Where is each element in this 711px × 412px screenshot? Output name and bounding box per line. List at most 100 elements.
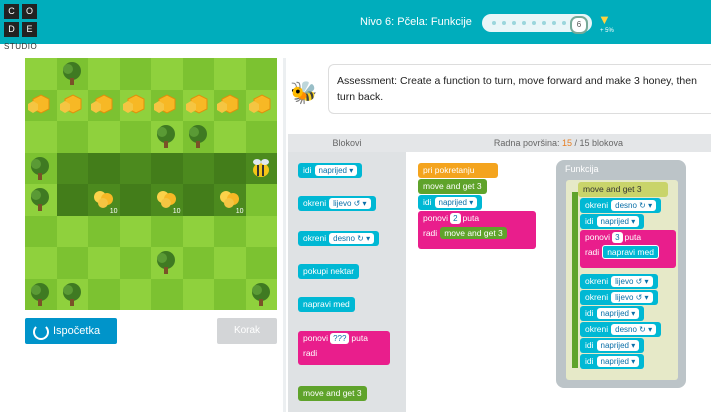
grass-tile xyxy=(25,247,57,279)
direction-dropdown[interactable]: desno ↻ ▾ xyxy=(329,233,375,244)
turn-right-block[interactable]: okreni desno ↻ ▾ xyxy=(580,322,662,337)
path-tile xyxy=(182,152,214,184)
path-tile xyxy=(182,184,214,216)
turn-left-block[interactable]: okreni lijevo ↺ ▾ xyxy=(580,274,658,289)
progress-current-level[interactable]: 6 xyxy=(570,16,588,34)
honeycomb-tile xyxy=(245,89,277,121)
progress-dot[interactable] xyxy=(542,21,546,25)
grass-tile xyxy=(182,215,214,247)
grass-tile xyxy=(245,121,277,153)
progress-dot[interactable] xyxy=(562,21,566,25)
move-block[interactable]: idi naprijed ▾ xyxy=(418,195,483,210)
grass-tile xyxy=(245,58,277,90)
tree-tile xyxy=(151,121,183,153)
grass-tile xyxy=(151,58,183,90)
block-label: okreni xyxy=(585,200,609,210)
toolbox-move-block[interactable]: idi naprijed ▾ xyxy=(298,163,363,178)
when-run-block[interactable]: pri pokretanju xyxy=(418,163,498,178)
grass-tile xyxy=(245,215,277,247)
repeat-count-input[interactable]: ??? xyxy=(330,333,350,344)
repeat-count-input[interactable]: 2 xyxy=(450,213,461,224)
progress-dot[interactable] xyxy=(492,21,496,25)
progress-dot[interactable] xyxy=(512,21,516,25)
grass-tile xyxy=(214,121,246,153)
block-limit: / 15 blokova xyxy=(574,138,624,148)
function-call-block[interactable]: move and get 3 xyxy=(440,227,507,239)
move-block[interactable]: idi naprijed ▾ xyxy=(580,354,645,369)
block-label: ponovi xyxy=(303,333,329,343)
direction-dropdown[interactable]: naprijed ▾ xyxy=(596,356,640,367)
repeat-block[interactable]: ponovi 3 puta radi napravi med xyxy=(580,230,676,268)
block-label: ponovi xyxy=(423,213,449,223)
flower-tile: 10 xyxy=(151,184,183,216)
grass-tile xyxy=(119,247,151,279)
logo-letter: C xyxy=(4,4,19,19)
grass-tile xyxy=(151,278,183,310)
tree-tile xyxy=(25,152,57,184)
function-name-input[interactable]: move and get 3 xyxy=(578,182,668,197)
honeycomb-tile xyxy=(214,89,246,121)
block-label: idi xyxy=(303,165,312,175)
workspace-label: Radna površina: xyxy=(493,138,560,148)
grass-tile xyxy=(214,215,246,247)
move-block[interactable]: idi naprijed ▾ xyxy=(580,214,645,229)
move-block[interactable]: idi naprijed ▾ xyxy=(580,338,645,353)
direction-dropdown[interactable]: lijevo ↺ ▾ xyxy=(611,292,653,303)
make-honey-block[interactable]: napravi med xyxy=(602,245,659,259)
toolbox-turn-right-block[interactable]: okreni desno ↻ ▾ xyxy=(298,231,380,246)
block-label: radi xyxy=(423,228,438,238)
grass-tile xyxy=(214,278,246,310)
progress-dot[interactable] xyxy=(532,21,536,25)
flower-nectar-count: 10 xyxy=(235,207,244,215)
progress-dot[interactable] xyxy=(552,21,556,25)
panel-resize-handle[interactable] xyxy=(283,58,286,412)
turn-right-block[interactable]: okreni desno ↻ ▾ xyxy=(580,198,662,213)
direction-dropdown[interactable]: lijevo ↺ ▾ xyxy=(611,276,653,287)
function-call-block[interactable]: move and get 3 xyxy=(418,179,487,194)
toolbox-turn-left-block[interactable]: okreni lijevo ↺ ▾ xyxy=(298,196,376,211)
workspace-header-label: Radna površina: 15 / 15 blokova xyxy=(406,138,711,148)
grass-tile xyxy=(182,58,214,90)
direction-dropdown[interactable]: lijevo ↺ ▾ xyxy=(329,198,371,209)
direction-dropdown[interactable]: naprijed ▾ xyxy=(596,340,640,351)
toolbox-get-nectar-block[interactable]: pokupi nektar xyxy=(298,264,360,279)
repeat-block[interactable]: ponovi 2 puta radi move and get 3 xyxy=(418,211,536,249)
logo-letter: O xyxy=(22,4,37,19)
progress-dot[interactable] xyxy=(522,21,526,25)
code-studio-logo[interactable]: C O D E STUDIO xyxy=(4,4,62,51)
block-label: ponovi xyxy=(585,232,611,242)
direction-dropdown[interactable]: desno ↻ ▾ xyxy=(611,200,657,211)
block-label: okreni xyxy=(585,324,609,334)
move-block[interactable]: idi naprijed ▾ xyxy=(580,306,645,321)
direction-dropdown[interactable]: naprijed ▾ xyxy=(314,165,358,176)
block-label: okreni xyxy=(585,276,609,286)
progress-dot[interactable] xyxy=(502,21,506,25)
logo-letter: D xyxy=(4,22,19,37)
toolbox xyxy=(288,152,406,412)
grass-tile xyxy=(182,278,214,310)
tree-tile xyxy=(25,278,57,310)
direction-dropdown[interactable]: naprijed ▾ xyxy=(596,308,640,319)
grass-tile xyxy=(56,121,88,153)
level-progress[interactable]: 6 xyxy=(482,14,592,34)
direction-dropdown[interactable]: naprijed ▾ xyxy=(596,216,640,227)
block-label: radi xyxy=(585,247,600,257)
grass-tile xyxy=(88,278,120,310)
reset-button[interactable]: Ispočetka xyxy=(25,318,117,344)
path-tile xyxy=(88,152,120,184)
direction-dropdown[interactable]: desno ↻ ▾ xyxy=(611,324,657,335)
trophy-icon[interactable]: ▼ xyxy=(598,12,611,27)
direction-dropdown[interactable]: naprijed ▾ xyxy=(434,197,478,208)
toolbox-function-call-block[interactable]: move and get 3 xyxy=(298,386,367,401)
toolbox-make-honey-block[interactable]: napravi med xyxy=(298,297,355,312)
grass-tile xyxy=(151,215,183,247)
tree-tile xyxy=(151,247,183,279)
step-button[interactable]: Korak xyxy=(217,318,277,344)
tree-tile xyxy=(245,278,277,310)
turn-left-block[interactable]: okreni lijevo ↺ ▾ xyxy=(580,290,658,305)
logo-letter: E xyxy=(22,22,37,37)
level-title: Nivo 6: Pčela: Funkcije xyxy=(360,16,472,28)
toolbox-repeat-block[interactable]: ponovi??? puta radi xyxy=(298,331,390,365)
repeat-count-input[interactable]: 3 xyxy=(612,232,623,243)
path-tile xyxy=(119,184,151,216)
